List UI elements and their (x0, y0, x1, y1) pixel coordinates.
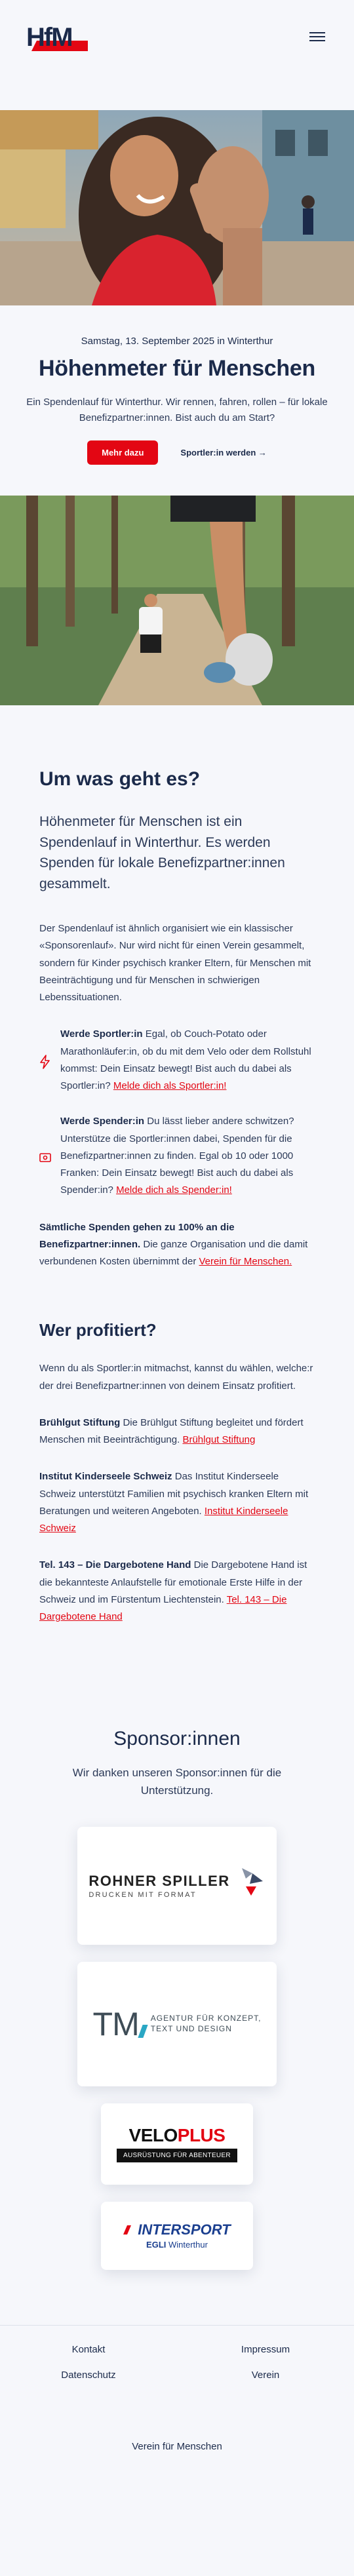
feature-donor-text: Du lässt lieber andere schwitzen? Unters… (60, 1116, 294, 1196)
tm-comma-mark (138, 2024, 148, 2038)
footer-links: Kontakt Impressum Datenschutz Verein (0, 2344, 354, 2381)
more-info-button[interactable]: Mehr dazu (87, 440, 159, 465)
footer-link-contact[interactable]: Kontakt (0, 2344, 177, 2355)
sponsor-veloplus[interactable]: VELOPLUS AUSRÜSTUNG FÜR ABENTEUER (101, 2103, 253, 2185)
beneficiary-item: Institut Kinderseele Schweiz Das Institu… (39, 1471, 309, 1534)
sponsors-title: Sponsor:innen (113, 1728, 241, 1750)
sponsors-section: Sponsor:innen Wir danken unseren Sponsor… (0, 1626, 354, 2270)
about-paragraph: Der Spendenlauf ist ähnlich organisiert … (39, 923, 311, 1003)
feature-donor: Werde Spender:in Du lässt lieber andere … (39, 1113, 315, 1199)
footer-association-name[interactable]: Verein für Menschen (0, 2441, 354, 2452)
beneficiaries-section: Wer profitiert? Wenn du als Sportler:in … (0, 1270, 354, 1626)
intersport-logo-icon (123, 2225, 132, 2235)
rohner-spiller-logo-icon (241, 1867, 263, 1896)
donor-signup-link[interactable]: Melde dich als Spender:in! (116, 1184, 232, 1196)
site-footer: Kontakt Impressum Datenschutz Verein Ver… (0, 2324, 354, 2452)
donations-note: Sämtliche Spenden gehen zu 100% an die B… (39, 1221, 308, 1268)
sponsor-tm-agency[interactable]: TM AGENTUR FÜR KONZEPT, TEXT UND DESIGN (77, 1961, 277, 2086)
beneficiaries-title: Wer profitiert? (39, 1320, 157, 1340)
sponsor-rohner-spiller[interactable]: ROHNER SPILLER DRUCKEN MIT FORMAT (77, 1826, 277, 1945)
bruehlgut-link[interactable]: Brühlgut Stiftung (182, 1434, 255, 1445)
site-header: HfM (0, 0, 354, 110)
money-icon (39, 1153, 51, 1163)
hero-subtitle: Ein Spendenlauf für Winterthur. Wir renn… (26, 397, 328, 423)
beneficiaries-intro: Wenn du als Sportler:in mitmachst, kanns… (39, 1363, 313, 1392)
hamburger-icon (309, 32, 325, 33)
lightning-icon (40, 1055, 50, 1070)
beneficiary-item: Tel. 143 – Die Dargebotene Hand Die Darg… (39, 1559, 307, 1622)
become-athlete-link[interactable]: Sportler:in werden → (180, 448, 266, 458)
site-logo[interactable]: HfM (25, 21, 88, 51)
feature-athlete: Werde Sportler:in Egal, ob Couch-Potato … (39, 1026, 315, 1095)
svg-text:HfM: HfM (26, 23, 72, 51)
sponsors-subtitle: Wir danken unseren Sponsor:innen für die… (72, 1766, 282, 1797)
sponsor-intersport[interactable]: INTERSPORT EGLI Winterthur (101, 2201, 253, 2270)
footer-link-privacy[interactable]: Datenschutz (0, 2370, 177, 2381)
feature-donor-title: Werde Spender:in (60, 1116, 145, 1127)
runners-image (0, 496, 354, 705)
association-link[interactable]: Verein für Menschen. (199, 1256, 292, 1267)
about-lead: Höhenmeter für Menschen ist ein Spendenl… (39, 814, 285, 891)
page-title: Höhenmeter für Menschen (39, 356, 315, 381)
beneficiary-item: Brühlgut Stiftung Die Brühlgut Stiftung … (39, 1416, 304, 1445)
feature-athlete-title: Werde Sportler:in (60, 1028, 143, 1040)
about-title: Um was geht es? (39, 768, 201, 790)
footer-link-imprint[interactable]: Impressum (177, 2344, 354, 2355)
event-date: Samstag, 13. September 2025 in Winterthu… (81, 336, 273, 347)
athlete-signup-link[interactable]: Melde dich als Sportler:in! (113, 1080, 227, 1091)
hero-actions: Mehr dazu Sportler:in werden → (26, 440, 328, 465)
hero-section: Samstag, 13. September 2025 in Winterthu… (0, 305, 354, 496)
footer-link-association[interactable]: Verein (177, 2370, 354, 2381)
menu-button[interactable] (309, 29, 325, 45)
about-section: Um was geht es? Höhenmeter für Menschen … (0, 705, 354, 1270)
hero-image (0, 110, 354, 305)
